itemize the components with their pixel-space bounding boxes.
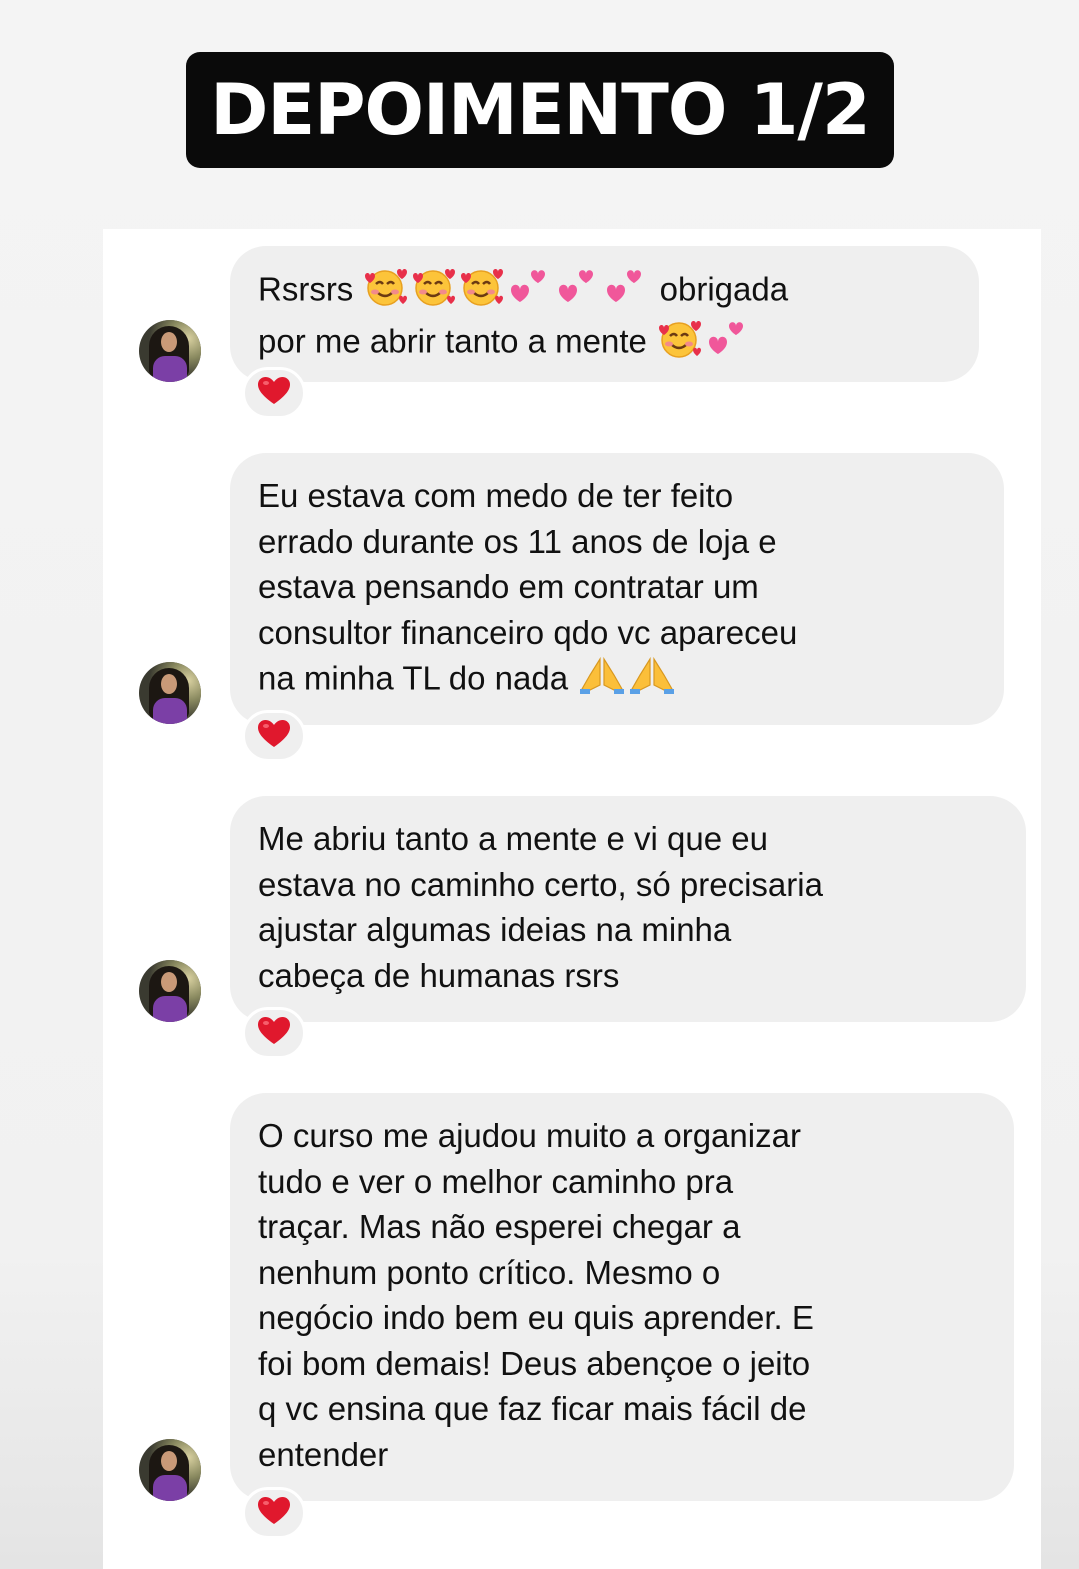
- message-line: na minha TL do nada: [258, 655, 976, 707]
- message-line: errado durante os 11 anos de loja e: [258, 522, 777, 560]
- two-hearts-icon: [507, 266, 553, 318]
- message-text: por me abrir tanto a mente: [258, 321, 647, 359]
- message-line: tudo e ver o melhor caminho pra: [258, 1162, 734, 1200]
- page-title: DEPOIMENTO 1/2: [210, 69, 870, 151]
- message-bubble[interactable]: Rsrsrs obrigada por me abrir tanto a men…: [230, 246, 979, 382]
- message-line: consultor financeiro qdo vc apareceu: [258, 613, 798, 651]
- reaction-badge[interactable]: [242, 367, 306, 419]
- message-line: ajustar algumas ideias na minha: [258, 911, 732, 948]
- message-text: obrigada: [659, 270, 789, 308]
- message-line: Rsrsrs obrigada: [258, 266, 951, 318]
- avatar[interactable]: [139, 1439, 201, 1501]
- message-bubble[interactable]: O curso me ajudou muito a organizar tudo…: [230, 1093, 1014, 1501]
- red-heart-icon: [257, 1016, 291, 1051]
- two-hearts-icon: [603, 266, 649, 318]
- message-line: O curso me ajudou muito a organizar: [258, 1117, 801, 1154]
- title-badge: DEPOIMENTO 1/2: [186, 52, 894, 168]
- reaction-badge[interactable]: [242, 1007, 306, 1059]
- red-heart-icon: [257, 719, 291, 754]
- message-line: q vc ensina que faz ficar mais fácil de: [258, 1390, 807, 1427]
- avatar[interactable]: [139, 960, 201, 1022]
- message-text: Rsrsrs: [258, 270, 354, 308]
- message-line: foi bom demais! Deus abençoe o jeito: [258, 1344, 811, 1382]
- message-bubble[interactable]: Me abriu tanto a mente e vi que eu estav…: [230, 796, 1026, 1022]
- message-bubble[interactable]: Eu estava com medo de ter feito errado d…: [230, 453, 1004, 725]
- smiling-face-with-hearts-icon: [411, 266, 457, 318]
- message-line: por me abrir tanto a mente: [258, 318, 951, 370]
- two-hearts-icon: [705, 318, 751, 370]
- message-line: cabeça de humanas rsrs: [258, 956, 620, 994]
- message-line: Eu estava com medo de ter feito: [258, 477, 734, 514]
- two-hearts-icon: [555, 266, 601, 318]
- chat-thread: Rsrsrs obrigada por me abrir tanto a men…: [103, 229, 1041, 1569]
- reaction-badge[interactable]: [242, 1487, 306, 1539]
- folded-hands-icon: [578, 655, 626, 707]
- red-heart-icon: [257, 1496, 291, 1531]
- folded-hands-icon: [628, 655, 676, 707]
- smiling-face-with-hearts-icon: [657, 318, 703, 370]
- message-line: entender: [258, 1435, 389, 1473]
- avatar[interactable]: [139, 320, 201, 382]
- message-line: Me abriu tanto a mente e vi que eu: [258, 820, 768, 857]
- reaction-badge[interactable]: [242, 710, 306, 762]
- smiling-face-with-hearts-icon: [363, 266, 409, 318]
- message-line: negócio indo bem eu quis aprender. E: [258, 1299, 814, 1336]
- message-line: traçar. Mas não esperei chegar a: [258, 1208, 741, 1245]
- message-line: nenhum ponto crítico. Mesmo o: [258, 1253, 721, 1291]
- message-text: na minha TL do nada: [258, 659, 569, 697]
- red-heart-icon: [257, 376, 291, 411]
- avatar[interactable]: [139, 662, 201, 724]
- message-line: estava no caminho certo, só precisaria: [258, 865, 823, 903]
- message-line: estava pensando em contratar um: [258, 568, 759, 605]
- smiling-face-with-hearts-icon: [459, 266, 505, 318]
